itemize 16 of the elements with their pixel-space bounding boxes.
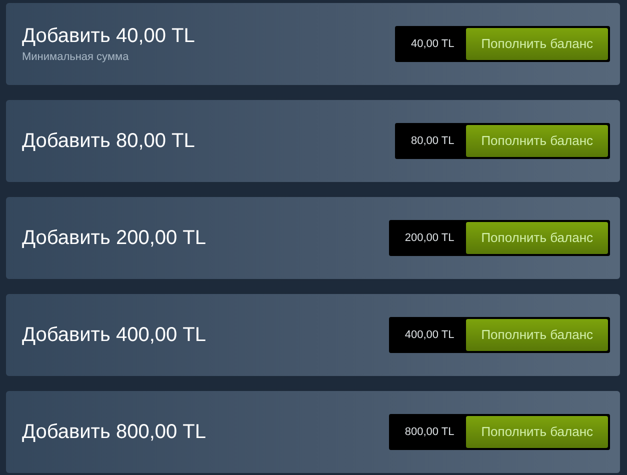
- option-title: Добавить 80,00 TL: [22, 129, 195, 153]
- add-funds-button[interactable]: Пополнить баланс: [466, 125, 608, 157]
- price-label: 40,00 TL: [410, 36, 456, 52]
- price-label: 200,00 TL: [404, 230, 456, 246]
- option-title: Добавить 40,00 TL: [22, 24, 195, 48]
- price-label: 400,00 TL: [404, 328, 456, 343]
- add-funds-button[interactable]: Пополнить баланс: [466, 28, 608, 60]
- price-label: 800,00 TL: [404, 424, 456, 440]
- option-title: Добавить 400,00 TL: [22, 323, 206, 347]
- add-funds-button[interactable]: Пополнить баланс: [466, 222, 608, 254]
- option-title: Добавить 800,00 TL: [22, 420, 206, 444]
- add-funds-button[interactable]: Пополнить баланс: [466, 319, 608, 351]
- option-note: Минимальная сумма: [22, 50, 130, 64]
- option-title: Добавить 200,00 TL: [22, 226, 206, 250]
- price-label: 80,00 TL: [410, 134, 456, 149]
- add-funds-button[interactable]: Пополнить баланс: [466, 416, 608, 448]
